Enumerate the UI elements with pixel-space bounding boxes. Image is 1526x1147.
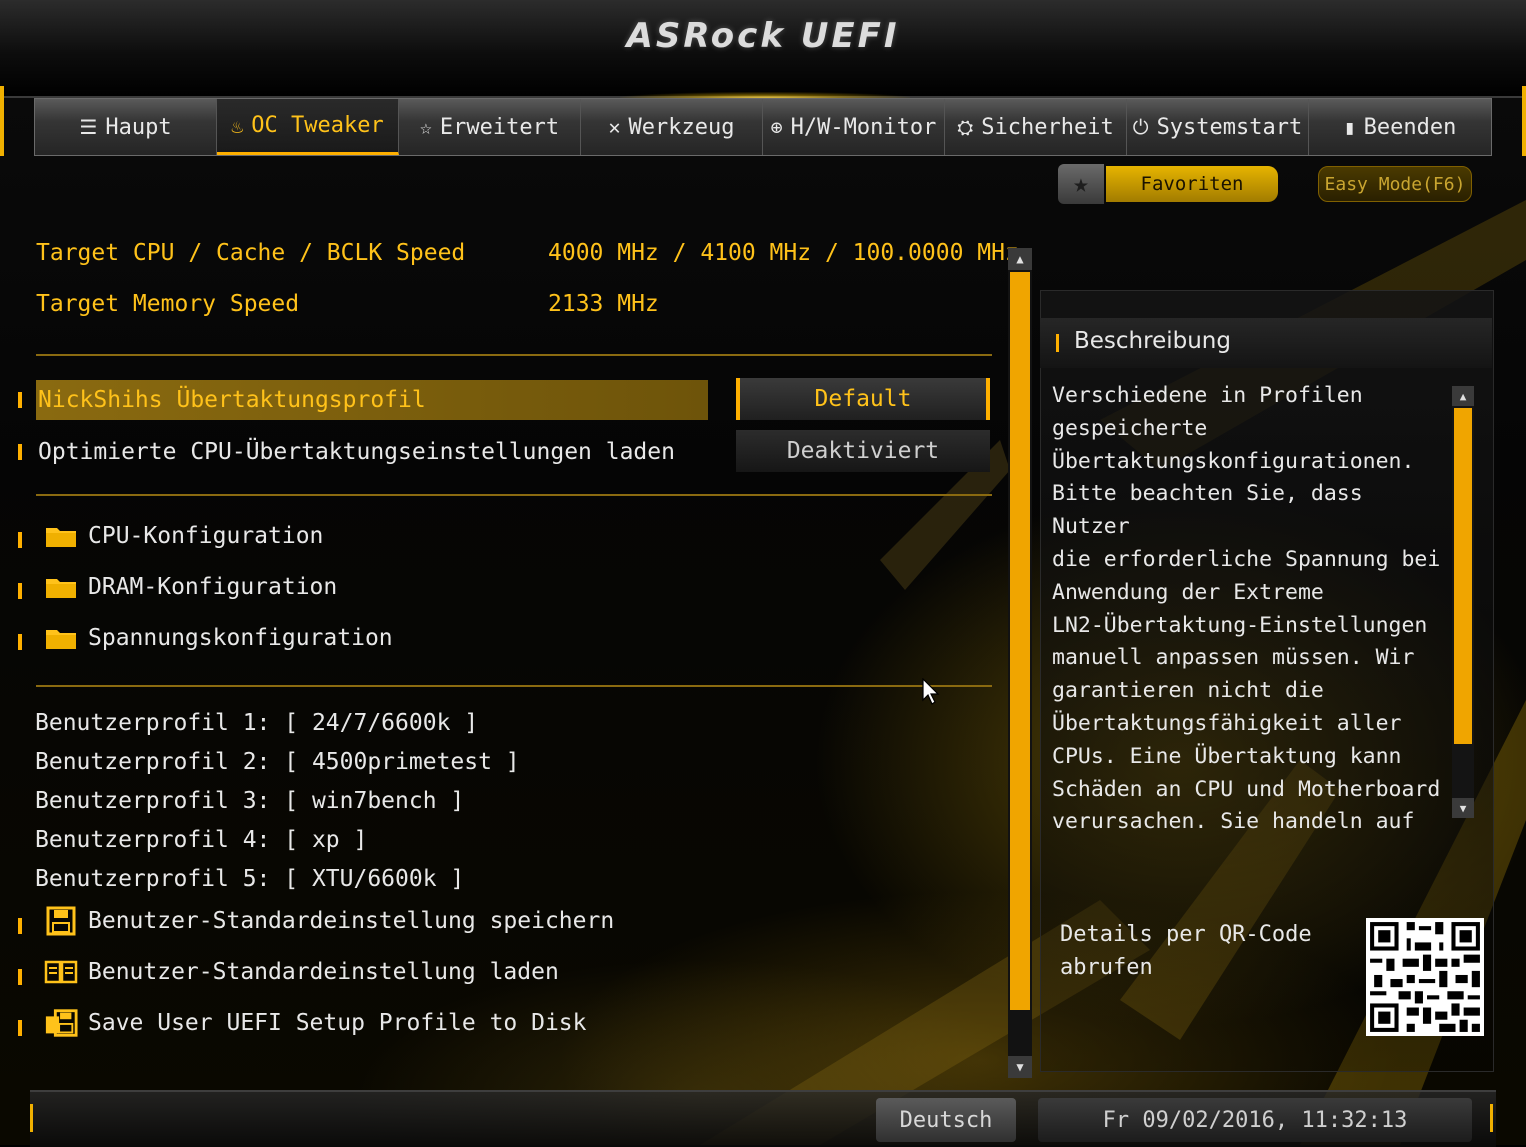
load-user-defaults-button[interactable]: Benutzer-Standardeinstellung laden — [44, 952, 559, 992]
flame-icon: ♨ — [231, 113, 244, 138]
easy-mode-button[interactable]: Easy Mode(F6) — [1318, 166, 1472, 202]
submenu-label: CPU-Konfiguration — [88, 523, 324, 549]
header-bar: ASRock UEFI — [0, 0, 1526, 98]
row-marker — [18, 392, 22, 408]
row-marker — [18, 583, 22, 599]
tab-systemstart[interactable]: ⏻ Systemstart — [1127, 99, 1309, 155]
divider — [36, 354, 992, 356]
favorites-button[interactable]: Favoriten — [1106, 166, 1278, 202]
mouse-cursor-icon — [922, 677, 940, 710]
row-marker — [1056, 334, 1059, 352]
target-cpu-label: Target CPU / Cache / BCLK Speed — [36, 240, 466, 266]
folder-icon — [44, 623, 78, 653]
submenu-dram-config[interactable]: DRAM-Konfiguration — [44, 567, 337, 607]
qr-code-caption: Details per QR-Code abrufen — [1060, 922, 1312, 980]
submenu-voltage-config[interactable]: Spannungskonfiguration — [44, 618, 393, 658]
tab-werkzeug[interactable]: ✕ Werkzeug — [581, 99, 763, 155]
submenu-cpu-config[interactable]: CPU-Konfiguration — [44, 516, 323, 556]
divider — [36, 494, 992, 496]
tab-label: Erweitert — [439, 114, 560, 140]
row-marker — [18, 969, 22, 985]
description-text: Verschiedene in Profilen gespeicherte Üb… — [1052, 383, 1441, 835]
main-scrollbar-thumb[interactable] — [1010, 272, 1030, 1010]
disk-save-icon — [44, 1008, 78, 1038]
tab-label: Haupt — [105, 114, 172, 140]
scroll-up-arrow-icon[interactable]: ▲ — [1008, 248, 1032, 270]
target-memory-value: 2133 MHz — [548, 291, 659, 317]
scroll-down-arrow-icon[interactable]: ▼ — [1008, 1056, 1032, 1078]
user-profile-2: Benutzerprofil 2: [ 4500primetest ] — [35, 749, 520, 775]
book-icon — [44, 957, 78, 987]
user-profile-1: Benutzerprofil 1: [ 24/7/6600k ] — [35, 710, 479, 736]
datetime-display: Fr 09/02/2016, 11:32:13 — [1038, 1098, 1472, 1142]
asrock-uefi-logo: ASRock UEFI — [626, 16, 900, 56]
save-user-defaults-button[interactable]: Benutzer-Standardeinstellung speichern — [44, 901, 614, 941]
tab-label: OC Tweaker — [251, 113, 384, 138]
tab-bar: ☰ Haupt ♨ OC Tweaker ☆ Erweitert ✕ Werkz… — [34, 98, 1492, 156]
tab-haupt[interactable]: ☰ Haupt — [35, 99, 217, 155]
footer-left-marker — [30, 1104, 33, 1132]
tab-label: Systemstart — [1156, 114, 1303, 140]
tab-hw-monitor[interactable]: ⊕ H/W-Monitor — [763, 99, 945, 155]
tab-label: Beenden — [1363, 114, 1457, 140]
save-profile-to-disk-button[interactable]: Save User UEFI Setup Profile to Disk — [44, 1003, 587, 1043]
target-cpu-value: 4000 MHz / 4100 MHz / 100.0000 MHz — [548, 240, 1019, 266]
crosshair-icon: ⊕ — [770, 115, 783, 139]
description-title: Beschreibung — [1074, 328, 1231, 354]
tab-oc-tweaker[interactable]: ♨ OC Tweaker — [217, 99, 399, 155]
row-marker — [18, 444, 22, 460]
right-edge-marker — [1522, 86, 1526, 156]
action-label: Save User UEFI Setup Profile to Disk — [88, 1010, 587, 1036]
scroll-down-arrow-icon[interactable]: ▼ — [1452, 798, 1474, 818]
submenu-label: Spannungskonfiguration — [88, 625, 393, 651]
optimized-cpu-oc-label[interactable]: Optimierte CPU-Übertaktungseinstellungen… — [38, 432, 675, 472]
power-icon: ⏻ — [1132, 115, 1149, 139]
folder-icon — [44, 521, 78, 551]
tab-erweitert[interactable]: ☆ Erweitert — [399, 99, 581, 155]
description-scrollbar-thumb[interactable] — [1454, 408, 1472, 744]
exit-icon: ▮ — [1343, 115, 1356, 139]
qr-code-icon — [1366, 918, 1484, 1036]
nickshih-profile-label[interactable]: NickShihs Übertaktungsprofil — [36, 380, 708, 420]
save-icon — [44, 906, 78, 936]
optimized-cpu-oc-value[interactable]: Deaktiviert — [736, 430, 990, 472]
shield-icon: ⛭ — [957, 115, 974, 139]
left-edge-marker — [0, 86, 4, 156]
tab-label: H/W-Monitor — [790, 114, 937, 140]
scroll-up-arrow-icon[interactable]: ▲ — [1452, 386, 1474, 406]
target-memory-label: Target Memory Speed — [36, 291, 300, 317]
submenu-label: DRAM-Konfiguration — [88, 574, 338, 600]
action-label: Benutzer-Standardeinstellung laden — [88, 959, 559, 985]
list-icon: ☰ — [79, 115, 98, 139]
divider — [36, 685, 992, 687]
nickshih-profile-value[interactable]: Default — [736, 378, 990, 420]
user-profile-4: Benutzerprofil 4: [ xp ] — [35, 827, 368, 853]
row-marker — [18, 918, 22, 934]
star-icon: ☆ — [419, 115, 432, 139]
user-profile-5: Benutzerprofil 5: [ XTU/6600k ] — [35, 866, 465, 892]
language-button[interactable]: Deutsch — [876, 1098, 1016, 1142]
folder-icon — [44, 572, 78, 602]
tools-icon: ✕ — [608, 115, 621, 139]
tab-label: Sicherheit — [981, 114, 1114, 140]
row-marker — [18, 1020, 22, 1036]
tab-beenden[interactable]: ▮ Beenden — [1309, 99, 1491, 155]
row-marker — [18, 532, 22, 548]
qr-code — [1366, 918, 1484, 1036]
tab-sicherheit[interactable]: ⛭ Sicherheit — [945, 99, 1127, 155]
row-marker — [18, 634, 22, 650]
tab-label: Werkzeug — [628, 114, 735, 140]
footer-right-marker — [1490, 1104, 1493, 1132]
action-label: Benutzer-Standardeinstellung speichern — [88, 908, 615, 934]
favorites-star-icon[interactable]: ★ — [1058, 164, 1104, 204]
user-profile-3: Benutzerprofil 3: [ win7bench ] — [35, 788, 465, 814]
